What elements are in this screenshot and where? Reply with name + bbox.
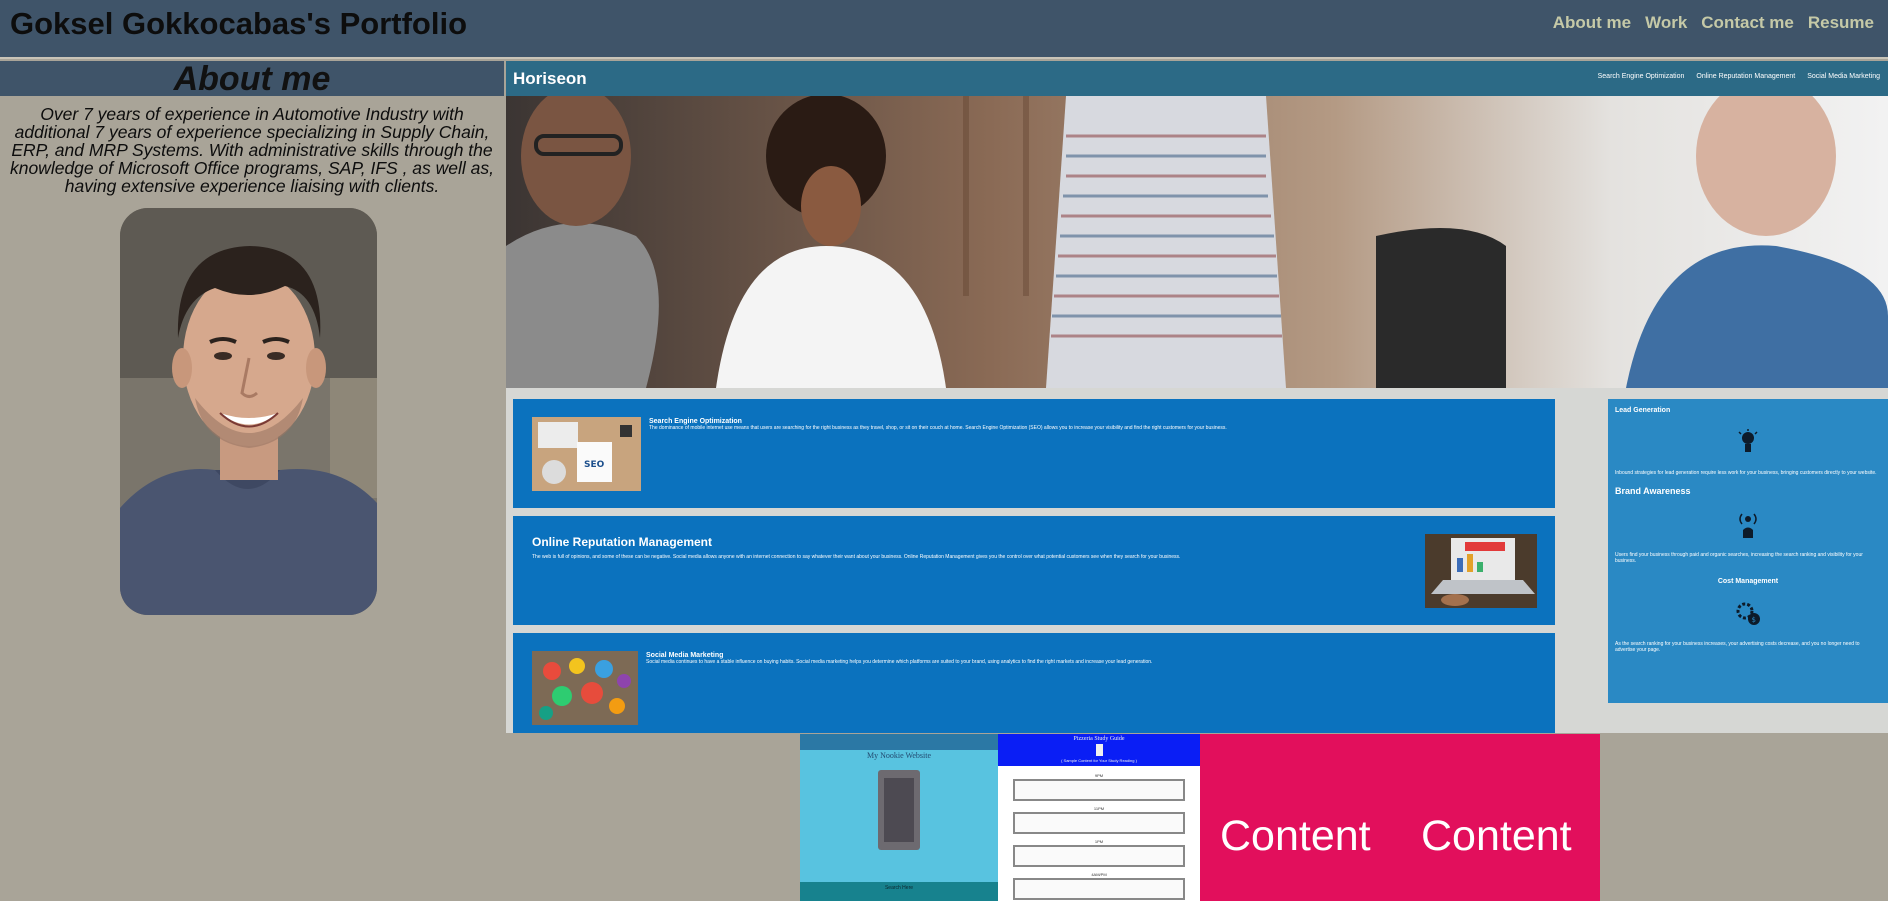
study-guide-title: Pizzeria Study Guide	[1073, 736, 1125, 742]
site-header: Goksel Gokkocabas's Portfolio About me W…	[0, 0, 1888, 59]
nav-link-work[interactable]: Work	[1645, 13, 1687, 33]
benefit-title: Cost Management	[1717, 578, 1779, 585]
card-title: Search Engine Optimization	[649, 418, 742, 425]
reputation-image	[1425, 534, 1537, 608]
horiseon-logo: Horiseon	[513, 69, 587, 88]
horiseon-nav-smm[interactable]: Social Media Marketing	[1807, 73, 1880, 80]
benefit-title: Lead Generation	[1615, 407, 1671, 414]
project-content-placeholder[interactable]: Content Content	[1200, 734, 1600, 901]
horiseon-header: Horiseon Search Engine Optimization Onli…	[506, 61, 1888, 96]
nav-link-contact[interactable]: Contact me	[1701, 13, 1794, 33]
card-body: The dominance of mobile internet use mea…	[649, 425, 1227, 431]
card-title: Online Reputation Management	[532, 535, 713, 549]
study-guide-hour: 1PM	[1094, 839, 1104, 844]
benefit-body: Inbound strategies for lead generation r…	[1615, 470, 1877, 476]
study-guide-hour: 9PM	[1094, 773, 1104, 778]
about-text: Over 7 years of experience in Automotive…	[9, 104, 495, 196]
card-search-engine-optimization: SEO Search Engine Optimization The domin…	[513, 399, 1555, 508]
benefits-sidebar: Lead Generation Inbound strategies for l…	[1608, 399, 1888, 703]
card-title: Social Media Marketing	[646, 652, 724, 659]
profile-photo	[120, 208, 377, 615]
study-guide-hour: 4AM/PM	[1091, 872, 1107, 877]
nookie-search-button[interactable]: Search Here	[800, 885, 998, 891]
about-section: About me Over 7 years of experience in A…	[0, 61, 504, 901]
svg-text:SEO: SEO	[584, 460, 605, 470]
hero-photo-icon	[506, 96, 1888, 388]
project-study-guide[interactable]: Pizzeria Study Guide ( Sample Content fo…	[998, 734, 1200, 901]
study-guide-hour: 11PM	[1093, 806, 1105, 811]
social-media-illustration-icon	[532, 651, 638, 725]
social-media-image	[532, 651, 638, 725]
nav-link-about[interactable]: About me	[1553, 13, 1631, 33]
svg-text:$: $	[1752, 616, 1756, 624]
benefit-body: Users find your business through paid an…	[1615, 552, 1863, 564]
broadcast-person-icon	[1739, 513, 1757, 538]
project-horiseon-preview[interactable]: Horiseon Search Engine Optimization Onli…	[506, 61, 1888, 733]
lightbulb-icon	[1738, 429, 1758, 452]
content-label-left: Content	[1220, 812, 1371, 860]
seo-illustration-icon: SEO	[532, 417, 641, 491]
nookie-title: My Nookie Website	[866, 751, 932, 760]
horiseon-nav-seo[interactable]: Search Engine Optimization	[1598, 73, 1685, 80]
card-social-media-marketing: Social Media Marketing Social media cont…	[513, 633, 1555, 733]
card-online-reputation-management: Online Reputation Management The web is …	[513, 516, 1555, 625]
horiseon-hero-image	[506, 96, 1888, 388]
horiseon-nav: Search Engine Optimization Online Reputa…	[1598, 73, 1880, 80]
card-body: The web is full of opinions, and some of…	[532, 554, 1181, 560]
study-guide-subtitle: ( Sample Content for Your Study Reading …	[1061, 758, 1137, 763]
card-body: Social media continues to have a stable …	[646, 659, 1153, 665]
seo-image: SEO	[532, 417, 641, 491]
horiseon-nav-orm[interactable]: Online Reputation Management	[1696, 73, 1795, 80]
content-label-right: Content	[1421, 812, 1572, 860]
main-nav: About me Work Contact me Resume	[1553, 13, 1874, 33]
benefit-title: Brand Awareness	[1615, 486, 1691, 496]
laptop-illustration-icon	[1425, 534, 1537, 608]
project-nookie-website[interactable]: My Nookie Website Search Here	[800, 734, 998, 901]
benefit-body: As the search ranking for your business …	[1615, 641, 1860, 653]
portrait-photo-icon	[120, 208, 377, 615]
nav-link-resume[interactable]: Resume	[1808, 13, 1874, 33]
about-heading: About me	[0, 61, 504, 97]
site-title: Goksel Gokkocabas's Portfolio	[10, 6, 468, 41]
cost-gears-icon: $	[1736, 602, 1760, 625]
